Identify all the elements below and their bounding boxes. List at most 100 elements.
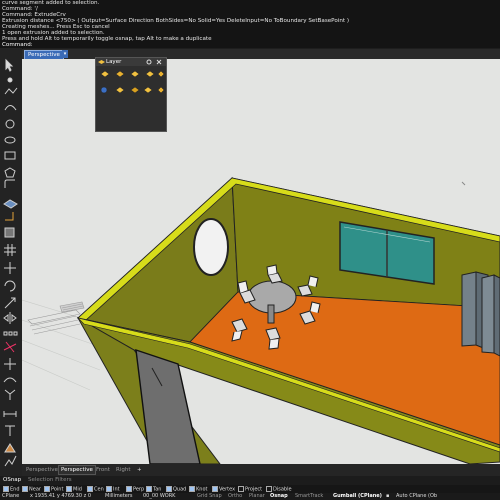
osnap-label: Cen (94, 486, 104, 493)
osnap-label: Tan (153, 486, 162, 493)
coordinate-readout: x 1935.41 y 4769.30 z 0 (30, 493, 92, 499)
osnap-checkbox[interactable] (266, 486, 272, 492)
select-arrow-icon (5, 58, 14, 72)
osnap-checkbox[interactable] (146, 486, 152, 492)
layer-panel[interactable]: Layer (95, 57, 167, 132)
osnap-checkbox[interactable] (212, 486, 218, 492)
tools-icon (130, 86, 140, 94)
osnap-quad[interactable]: Quad (166, 486, 186, 493)
osnap-checkbox[interactable] (166, 486, 172, 492)
auto-cplane-toggle[interactable]: Auto CPlane (Ob (396, 493, 437, 500)
new-layer-icon (100, 70, 110, 78)
perspective-viewport[interactable] (22, 59, 500, 464)
osnap-options: End Near Point Mid Cen Int Perp Tan Quad Knot Vert… (0, 485, 500, 493)
osnap-int[interactable]: Int (106, 486, 120, 493)
layer-icon (98, 60, 105, 64)
table-leg (267, 304, 275, 324)
osnap-label: Near (29, 486, 41, 493)
rotate-icon (4, 280, 16, 292)
osnap-checkbox[interactable] (66, 486, 72, 492)
osnap-checkbox[interactable] (126, 486, 132, 492)
circle-icon (5, 119, 15, 129)
osnap-tabs: OSnap Selection Filters (0, 476, 500, 485)
osnap-checkbox[interactable] (87, 486, 93, 492)
lockers[interactable] (461, 271, 500, 357)
arc-icon (4, 136, 16, 144)
move-up-icon (145, 70, 155, 78)
layer-panel-header[interactable]: Layer (96, 58, 166, 66)
point-icon (7, 77, 13, 83)
osnap-near[interactable]: Near (22, 486, 41, 493)
explode-icon (4, 389, 16, 400)
tab-front[interactable]: Front (96, 466, 110, 474)
left-toolbar (0, 48, 23, 480)
osnap-mid[interactable]: Mid (66, 486, 82, 493)
polygon-icon (4, 167, 16, 178)
extrude-icon (5, 212, 14, 221)
tab-right[interactable]: Right (116, 466, 130, 474)
cplane-label[interactable]: CPlane (2, 493, 19, 500)
layer-tools[interactable] (100, 70, 164, 106)
add-viewport-button[interactable]: + (137, 466, 142, 474)
tab-perspective[interactable]: Perspective (26, 466, 58, 474)
solid-box-icon (4, 227, 15, 238)
osnap-checkbox[interactable] (189, 486, 195, 492)
surface-icon (3, 199, 18, 209)
record-indicator: ▪ (386, 493, 390, 499)
osnap-checkbox[interactable] (22, 486, 28, 492)
close-icon[interactable] (156, 59, 162, 65)
smarttrack-toggle[interactable]: SmartTrack (295, 493, 323, 500)
osnap-cen[interactable]: Cen (87, 486, 104, 493)
array-icon (3, 331, 18, 336)
osnap-toggle[interactable]: Osnap (270, 493, 288, 500)
polyline-icon (4, 87, 18, 95)
layer-states-icon (115, 86, 125, 94)
trim-icon (3, 341, 17, 353)
toolbar-icons[interactable] (0, 48, 22, 480)
command-line: Press and hold Alt to temporarily toggle… (2, 36, 212, 42)
osnap-checkbox[interactable] (106, 486, 112, 492)
move-down-icon (157, 70, 164, 78)
osnap-label: Int (113, 486, 120, 493)
gumball-toggle[interactable]: Gumball (CPlane) (333, 493, 382, 500)
osnap-project[interactable]: Project (238, 486, 262, 493)
osnap-knot[interactable]: Knot (189, 486, 207, 493)
osnap-perp[interactable]: Perp (126, 486, 144, 493)
osnap-end[interactable]: End (3, 486, 20, 493)
command-history: curve segment added to selection. Comman… (0, 0, 500, 48)
osnap-point[interactable]: Point (44, 486, 63, 493)
grid-snap-toggle[interactable]: Grid Snap (197, 493, 222, 500)
osnap-label: Quad (173, 486, 187, 493)
delete-layer-icon (130, 70, 140, 78)
osnap-label: Knot (196, 486, 208, 493)
display-icon (143, 86, 153, 94)
viewport-menu-arrow[interactable]: ▾ (62, 50, 68, 58)
ortho-toggle[interactable]: Ortho (228, 493, 242, 500)
current-layer[interactable]: 00_00 WORK (143, 493, 175, 500)
round-window[interactable] (193, 218, 229, 276)
transform-move-icon (4, 262, 16, 274)
gear-icon[interactable] (146, 59, 152, 65)
osnap-label: Disable (273, 486, 292, 493)
osnap-vertex[interactable]: Vertex (212, 486, 235, 493)
rectangle-icon (4, 151, 16, 160)
osnap-tan[interactable]: Tan (146, 486, 161, 493)
mirror-icon (3, 312, 17, 324)
osnap-label: Mid (73, 486, 82, 493)
stair-wireframe[interactable] (27, 301, 85, 335)
status-bar: CPlane x 1935.41 y 4769.30 z 0 Millimete… (0, 493, 500, 500)
osnap-disable[interactable]: Disable (266, 486, 292, 493)
filter-icon (100, 86, 108, 94)
join-icon (3, 377, 17, 383)
tab-osnap[interactable]: OSnap (3, 477, 21, 484)
osnap-checkbox[interactable] (238, 486, 244, 492)
osnap-checkbox[interactable] (3, 486, 9, 492)
osnap-checkbox[interactable] (44, 486, 50, 492)
tab-perspective-active[interactable]: Perspective (58, 465, 96, 475)
scene-canvas[interactable] (22, 59, 500, 464)
tab-selection-filters[interactable]: Selection Filters (28, 477, 72, 484)
planar-toggle[interactable]: Planar (249, 493, 265, 500)
osnap-label: Point (51, 486, 64, 493)
units-label[interactable]: Millimeters (105, 493, 133, 500)
dimension-icon (3, 411, 17, 417)
